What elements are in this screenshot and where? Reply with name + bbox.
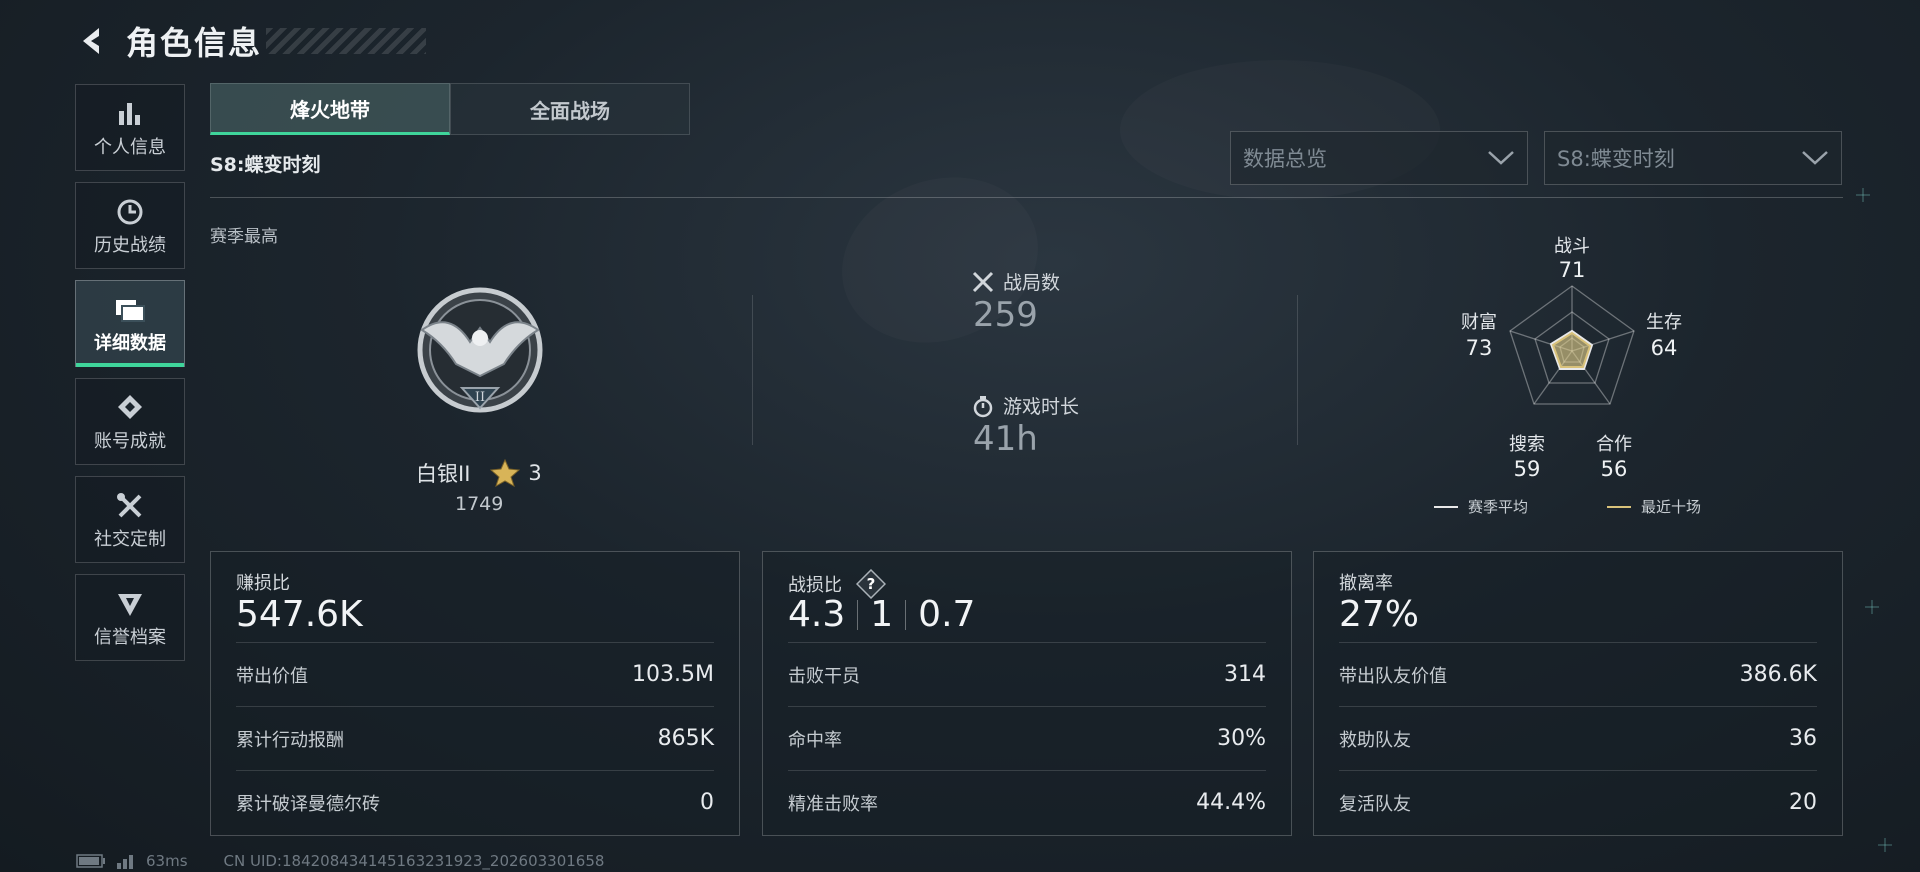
table-row: 复活队友 20 [1339, 770, 1817, 834]
category-dropdown[interactable]: 数据总览 [1230, 131, 1528, 185]
season-best-label: 赛季最高 [210, 227, 278, 247]
kd-card: 战损比 ? 4.3 1 0.7 击败干员 314 命中率 30% 精准击败率 44.4… [762, 551, 1292, 836]
radar-label-combat: 战斗 [1554, 236, 1590, 257]
profit-card: 赚损比 547.6K 带出价值 103.5M 累计行动报酬 865K 累计破译曼德尔… [210, 551, 740, 836]
chevron-down-icon [1488, 151, 1514, 165]
page-header: 角色信息 [72, 16, 427, 66]
sidebar-item-label: 账号成就 [94, 430, 166, 452]
tools-icon [115, 489, 145, 523]
ping-value: 63ms [146, 852, 188, 870]
radar-label-search: 搜索 [1509, 434, 1545, 455]
sidebar-item-label: 社交定制 [94, 528, 166, 550]
sidebar-item-label: 详细数据 [94, 332, 166, 354]
card-head-label: 撤离率 [1339, 573, 1393, 594]
silver-eagle-badge-icon: II [417, 287, 543, 413]
legend-season-avg: 赛季平均 [1434, 496, 1528, 517]
battery-icon [76, 854, 105, 868]
dropdown-value: S8:蝶变时刻 [1557, 147, 1675, 171]
table-row: 累计行动报酬 865K [236, 706, 714, 770]
svg-text:II: II [475, 390, 485, 405]
extraction-card: 撤离率 27% 带出队友价值 386.6K 救助队友 36 复活队友 20 [1313, 551, 1843, 836]
back-arrow-icon[interactable] [72, 21, 112, 61]
tab-all-battlefield[interactable]: 全面战场 [450, 83, 690, 135]
decor-cross [1865, 600, 1879, 614]
credit-shield-icon [115, 587, 145, 621]
matches-label: 战局数 [971, 268, 1060, 295]
chevron-down-icon [1802, 151, 1828, 165]
table-row: 带出队友价值 386.6K [1339, 642, 1817, 706]
legend-swatch [1434, 505, 1458, 508]
card-head-label: 赚损比 [236, 573, 290, 594]
sidebar-item-detailed-data[interactable]: 详细数据 [75, 280, 185, 367]
card-head-value: 27% [1339, 594, 1420, 635]
decor-cross [1878, 838, 1892, 852]
section-divider [752, 295, 753, 445]
radar-label-survival: 生存 [1646, 312, 1682, 333]
achievement-medal-icon [115, 391, 145, 425]
rank-name: 白银II [416, 462, 471, 486]
radar-label-cooperation: 合作 [1596, 434, 1632, 455]
uid-text: CN UID:18420843414516323​1923_2026033016… [223, 852, 605, 870]
sidebar-item-personal-info[interactable]: 个人信息 [75, 84, 185, 171]
table-row: 命中率 30% [788, 706, 1266, 770]
bar-chart-icon [116, 97, 144, 131]
sidebar-item-label: 信誉档案 [94, 626, 166, 648]
card-head-value: 4.3 1 0.7 [788, 594, 976, 635]
table-row: 救助队友 36 [1339, 706, 1817, 770]
radar-value-wealth: 73 [1465, 336, 1493, 360]
season-dropdown[interactable]: S8:蝶变时刻 [1544, 131, 1842, 185]
playtime-label: 游戏时长 [971, 392, 1079, 419]
radar-value-survival: 64 [1650, 336, 1678, 360]
card-head-value: 547.6K [236, 594, 363, 635]
table-row: 带出价值 103.5M [236, 642, 714, 706]
tab-fire-zone[interactable]: 烽火地带 [210, 83, 450, 135]
legend-recent-ten: 最近十场 [1607, 496, 1701, 517]
mode-tabs: 烽火地带 全面战场 [210, 83, 690, 135]
sidebar-item-history[interactable]: 历史战绩 [75, 182, 185, 269]
season-title: S8:蝶变时刻 [210, 154, 321, 176]
table-row: 精准击败率 44.4% [788, 770, 1266, 834]
stopwatch-icon [973, 395, 993, 417]
radar-value-combat: 71 [1558, 258, 1586, 282]
sidebar-item-label: 个人信息 [94, 136, 166, 158]
radar-value-search: 59 [1513, 457, 1541, 481]
sidebar: 个人信息 历史战绩 详细数据 账号成就 社交定制 信誉档案 [75, 84, 185, 672]
rank-badge: II [400, 280, 560, 434]
sidebar-item-label: 历史战绩 [94, 234, 166, 256]
history-clock-icon [115, 195, 145, 229]
matches-value: 259 [973, 295, 1038, 335]
sidebar-item-credit[interactable]: 信誉档案 [75, 574, 185, 661]
radar-value-cooperation: 56 [1600, 457, 1628, 481]
radar-avg-area [1549, 329, 1594, 370]
header-divider [210, 197, 1843, 198]
radar-label-wealth: 财富 [1461, 312, 1497, 333]
table-row: 击败干员 314 [788, 642, 1266, 706]
page-title: 角色信息 [126, 24, 263, 62]
table-row: 累计破译曼德尔砖 0 [236, 770, 714, 834]
crossed-swords-icon [972, 271, 994, 292]
folders-icon [114, 293, 146, 327]
star-icon [490, 459, 521, 487]
dropdown-value: 数据总览 [1243, 147, 1327, 171]
section-divider [1297, 295, 1298, 445]
signal-icon [117, 855, 133, 869]
rank-info: 白银II 3 [416, 458, 542, 488]
rank-score: 1749 [455, 493, 504, 515]
decor-cross [1856, 188, 1870, 202]
legend-swatch [1607, 505, 1631, 508]
sidebar-item-achievements[interactable]: 账号成就 [75, 378, 185, 465]
background-shape [819, 151, 1062, 370]
sidebar-item-social[interactable]: 社交定制 [75, 476, 185, 563]
playtime-value: 41h [973, 419, 1038, 459]
svg-text:?: ? [867, 575, 876, 593]
rank-stars: 3 [528, 461, 542, 485]
radar-chart [1509, 285, 1635, 405]
status-footer: 63ms CN UID:18420843414516323​1923_20260… [76, 852, 604, 870]
title-decoration [266, 28, 427, 54]
